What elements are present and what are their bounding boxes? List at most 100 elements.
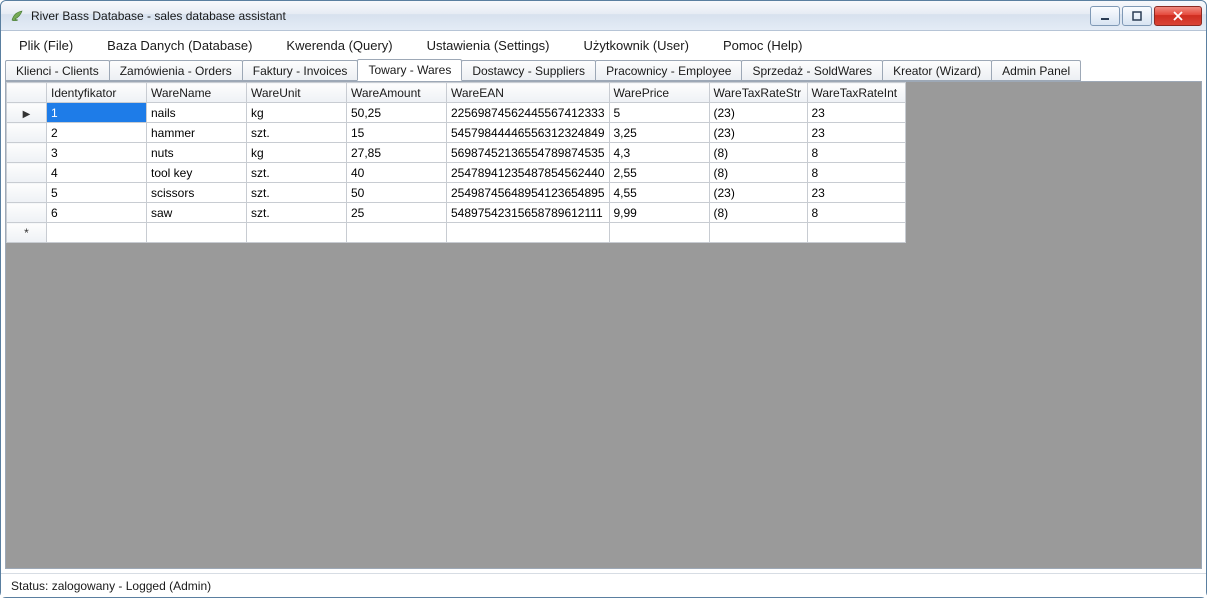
tab-soldwares[interactable]: Sprzedaż - SoldWares: [741, 60, 883, 81]
row-header[interactable]: [7, 183, 47, 203]
col-identyfikator[interactable]: Identyfikator: [47, 83, 147, 103]
cell[interactable]: 2: [47, 123, 147, 143]
table-row[interactable]: 3nutskg27,85569874521365547898745354,3(8…: [7, 143, 906, 163]
cell[interactable]: (8): [709, 163, 807, 183]
cell[interactable]: 27,85: [347, 143, 447, 163]
cell[interactable]: 4,3: [609, 143, 709, 163]
table-row[interactable]: 5scissorsszt.50254987456489541236548954,…: [7, 183, 906, 203]
cell[interactable]: 40: [347, 163, 447, 183]
cell[interactable]: [347, 223, 447, 243]
cell[interactable]: kg: [247, 103, 347, 123]
tab-wizard[interactable]: Kreator (Wizard): [882, 60, 992, 81]
col-wareean[interactable]: WareEAN: [447, 83, 610, 103]
cell[interactable]: (8): [709, 143, 807, 163]
cell[interactable]: [447, 223, 610, 243]
cell[interactable]: 5: [609, 103, 709, 123]
row-header[interactable]: [7, 143, 47, 163]
cell[interactable]: [147, 223, 247, 243]
cell[interactable]: [807, 223, 905, 243]
cell[interactable]: 1: [47, 103, 147, 123]
row-header[interactable]: [7, 123, 47, 143]
menu-help[interactable]: Pomoc (Help): [715, 34, 810, 57]
row-header[interactable]: ▶: [7, 103, 47, 123]
row-header[interactable]: [7, 203, 47, 223]
cell[interactable]: 50,25: [347, 103, 447, 123]
wares-datagrid[interactable]: Identyfikator WareName WareUnit WareAmou…: [6, 82, 906, 243]
menu-user[interactable]: Użytkownik (User): [575, 34, 696, 57]
tab-clients[interactable]: Klienci - Clients: [5, 60, 110, 81]
cell[interactable]: kg: [247, 143, 347, 163]
col-wareamount[interactable]: WareAmount: [347, 83, 447, 103]
cell[interactable]: 54897542315658789612111: [447, 203, 610, 223]
minimize-button[interactable]: [1090, 6, 1120, 26]
col-wareprice[interactable]: WarePrice: [609, 83, 709, 103]
cell[interactable]: 23: [807, 183, 905, 203]
menu-database[interactable]: Baza Danych (Database): [99, 34, 260, 57]
cell[interactable]: 6: [47, 203, 147, 223]
col-warename[interactable]: WareName: [147, 83, 247, 103]
tab-invoices[interactable]: Faktury - Invoices: [242, 60, 359, 81]
cell[interactable]: szt.: [247, 183, 347, 203]
cell[interactable]: 15: [347, 123, 447, 143]
col-waretaxrateint[interactable]: WareTaxRateInt: [807, 83, 905, 103]
tabstrip: Klienci - Clients Zamówienia - Orders Fa…: [1, 59, 1206, 81]
cell[interactable]: [609, 223, 709, 243]
cell[interactable]: 23: [807, 103, 905, 123]
row-header[interactable]: [7, 163, 47, 183]
col-waretaxratestr[interactable]: WareTaxRateStr: [709, 83, 807, 103]
tab-admin[interactable]: Admin Panel: [991, 60, 1081, 81]
app-icon: [9, 8, 25, 24]
cell[interactable]: 3: [47, 143, 147, 163]
cell[interactable]: 25498745648954123654895: [447, 183, 610, 203]
cell[interactable]: scissors: [147, 183, 247, 203]
cell[interactable]: hammer: [147, 123, 247, 143]
row-header[interactable]: *: [7, 223, 47, 243]
new-row[interactable]: *: [7, 223, 906, 243]
cell[interactable]: tool key: [147, 163, 247, 183]
cell[interactable]: 9,99: [609, 203, 709, 223]
cell[interactable]: 50: [347, 183, 447, 203]
cell[interactable]: [247, 223, 347, 243]
table-row[interactable]: 6sawszt.25548975423156587896121119,99(8)…: [7, 203, 906, 223]
cell[interactable]: 2,55: [609, 163, 709, 183]
table-row[interactable]: 4tool keyszt.40254789412354878545624402,…: [7, 163, 906, 183]
tab-suppliers[interactable]: Dostawcy - Suppliers: [461, 60, 596, 81]
cell[interactable]: 8: [807, 143, 905, 163]
cell[interactable]: 23: [807, 123, 905, 143]
tab-employee[interactable]: Pracownicy - Employee: [595, 60, 742, 81]
cell[interactable]: 5: [47, 183, 147, 203]
cell[interactable]: (23): [709, 123, 807, 143]
menu-query[interactable]: Kwerenda (Query): [278, 34, 400, 57]
cell[interactable]: 3,25: [609, 123, 709, 143]
maximize-button[interactable]: [1122, 6, 1152, 26]
tab-orders[interactable]: Zamówienia - Orders: [109, 60, 243, 81]
cell[interactable]: [709, 223, 807, 243]
cell[interactable]: 56987452136554789874535: [447, 143, 610, 163]
table-row[interactable]: 2hammerszt.15545798444465563123248493,25…: [7, 123, 906, 143]
close-button[interactable]: [1154, 6, 1202, 26]
cell[interactable]: (8): [709, 203, 807, 223]
cell[interactable]: szt.: [247, 203, 347, 223]
cell[interactable]: nuts: [147, 143, 247, 163]
cell[interactable]: (23): [709, 103, 807, 123]
grid-corner[interactable]: [7, 83, 47, 103]
cell[interactable]: szt.: [247, 123, 347, 143]
cell[interactable]: saw: [147, 203, 247, 223]
cell[interactable]: 22569874562445567412333: [447, 103, 610, 123]
table-row[interactable]: ▶1nailskg50,25225698745624455674123335(2…: [7, 103, 906, 123]
col-wareunit[interactable]: WareUnit: [247, 83, 347, 103]
cell[interactable]: 4: [47, 163, 147, 183]
cell[interactable]: (23): [709, 183, 807, 203]
cell[interactable]: nails: [147, 103, 247, 123]
cell[interactable]: 25: [347, 203, 447, 223]
cell[interactable]: 54579844446556312324849: [447, 123, 610, 143]
cell[interactable]: [47, 223, 147, 243]
menu-settings[interactable]: Ustawienia (Settings): [419, 34, 558, 57]
cell[interactable]: 4,55: [609, 183, 709, 203]
tab-wares[interactable]: Towary - Wares: [357, 59, 462, 81]
cell[interactable]: 8: [807, 163, 905, 183]
menu-file[interactable]: Plik (File): [11, 34, 81, 57]
cell[interactable]: 8: [807, 203, 905, 223]
cell[interactable]: szt.: [247, 163, 347, 183]
cell[interactable]: 25478941235487854562440: [447, 163, 610, 183]
